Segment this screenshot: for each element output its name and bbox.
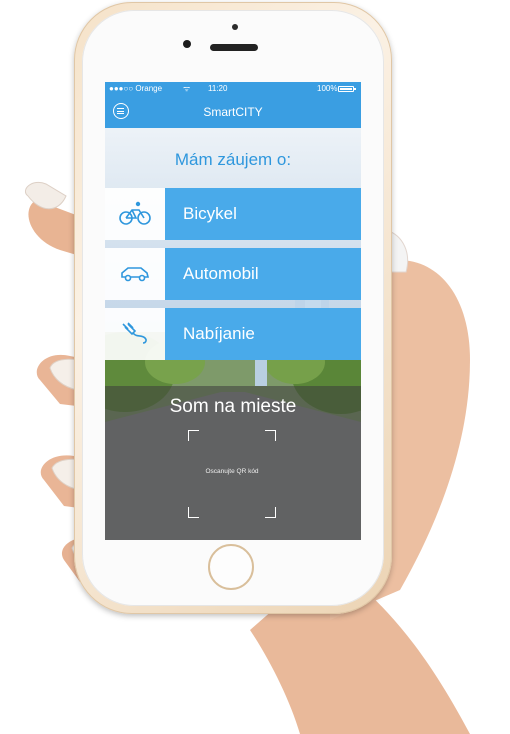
battery-percent-label: 100% [317, 84, 338, 93]
checkin-title: Som na mieste [169, 396, 297, 417]
option-charging[interactable]: Nabíjanie [105, 308, 361, 360]
section-title: Mám záujem o: [174, 150, 292, 169]
app-screen: ●●●○○ Orange ᯤ 11:20 100% SmartCITY Mám … [105, 82, 361, 540]
app-title: SmartCITY [203, 105, 263, 119]
bicycle-icon [119, 201, 151, 225]
scan-corner-icon [265, 430, 276, 441]
option-label: Nabíjanie [183, 324, 255, 343]
scan-corner-icon [188, 430, 199, 441]
qr-scanner-frame[interactable]: Oscanujte QR kód [188, 430, 276, 518]
charging-plug-icon [122, 322, 147, 344]
earpiece-speaker [210, 44, 258, 51]
scan-corner-icon [265, 507, 276, 518]
battery-icon [338, 86, 356, 92]
option-bicycle[interactable]: Bicykel [105, 188, 361, 240]
option-label: Automobil [183, 264, 259, 283]
clock-label: 11:20 [208, 84, 228, 93]
wifi-icon: ᯤ [183, 84, 191, 93]
option-car[interactable]: Automobil [105, 248, 361, 300]
sensor-icon [183, 40, 191, 48]
nav-bar: SmartCITY [105, 96, 361, 128]
option-label: Bicykel [183, 204, 237, 223]
status-bar: ●●●○○ Orange ᯤ 11:20 100% [105, 82, 361, 96]
scan-corner-icon [188, 507, 199, 518]
front-camera-icon [232, 24, 238, 30]
home-button[interactable] [208, 544, 254, 590]
car-icon [121, 267, 150, 282]
qr-hint: Oscanujte QR kód [205, 468, 259, 475]
checkin-panel: Som na mieste Oscanujte QR kód [105, 386, 361, 540]
carrier-label: ●●●○○ Orange [109, 84, 163, 93]
